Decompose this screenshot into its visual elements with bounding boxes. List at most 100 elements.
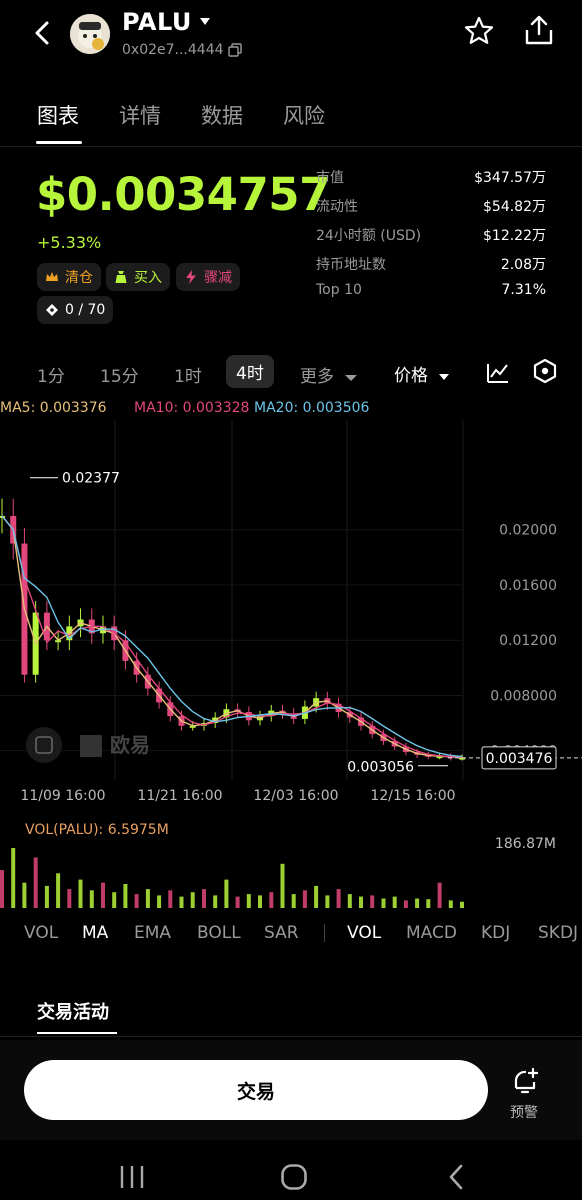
sub-indicator-kdj[interactable]: KDJ — [481, 923, 510, 943]
interval-1h[interactable]: 1时 — [174, 362, 202, 387]
watermark-text: 欧易 — [110, 733, 150, 757]
high-price-label: 0.02377 — [62, 471, 120, 487]
volume-bar — [302, 890, 307, 908]
ma5-legend: MA5: 0.003376 — [0, 400, 107, 416]
sub-indicator-macd[interactable]: MACD — [406, 923, 457, 943]
volume-bar — [314, 885, 319, 908]
volume-bar — [235, 896, 240, 908]
volume-bar — [325, 895, 330, 908]
diamond-icon — [46, 304, 58, 316]
alert-label: 预警 — [510, 1105, 538, 1121]
x-tick-label: 11/09 16:00 — [20, 788, 105, 804]
sub-indicator-skdj[interactable]: SKDJ — [538, 923, 578, 943]
interval-4h[interactable]: 4时 — [226, 355, 274, 388]
indicator-boll[interactable]: BOLL — [197, 923, 241, 943]
y-tick-label: 0.01200 — [499, 633, 557, 649]
chevron-down-icon[interactable] — [200, 18, 210, 26]
volume-bar — [44, 885, 49, 908]
price-chart[interactable]: 0.020000.016000.012000.0080000.00400011/… — [0, 420, 582, 810]
stat-value-holders: 2.08万 — [500, 257, 546, 273]
indicator-separator — [324, 924, 325, 942]
volume-bar — [168, 890, 173, 908]
x-tick-label: 12/15 16:00 — [370, 788, 455, 804]
volume-bar — [145, 889, 150, 908]
interval-more[interactable]: 更多 — [300, 362, 358, 387]
y-tick-label: 0.02000 — [499, 523, 557, 539]
interval-1m[interactable]: 1分 — [37, 362, 65, 387]
chip-label: 骤减 — [204, 270, 232, 286]
bell-plus-icon[interactable] — [510, 1066, 540, 1096]
stat-label-top10: Top 10 — [316, 282, 362, 298]
volume-bar — [291, 894, 296, 908]
x-tick-label: 11/21 16:00 — [137, 788, 222, 804]
dump-chip[interactable]: 骤减 — [176, 263, 240, 291]
chevron-down-icon — [439, 374, 450, 380]
y-tick-label: 0.01600 — [499, 578, 557, 594]
volume-bar — [78, 879, 83, 908]
volume-bar — [381, 898, 386, 908]
token-name[interactable]: PALU — [122, 8, 192, 36]
interval-15m[interactable]: 15分 — [100, 362, 139, 387]
stat-label-market-cap: 市值 — [316, 170, 344, 186]
volume-bar — [448, 900, 453, 908]
copy-icon[interactable] — [228, 43, 242, 57]
volume-bar — [67, 889, 72, 908]
crown-icon — [46, 272, 58, 281]
section-divider — [0, 1036, 582, 1037]
tab-details[interactable]: 详情 — [119, 100, 161, 130]
tab-underline — [36, 141, 82, 144]
trade-activity-title[interactable]: 交易活动 — [37, 998, 109, 1024]
lightning-icon — [186, 270, 196, 284]
indicator-ema[interactable]: EMA — [134, 923, 171, 943]
indicator-sar[interactable]: SAR — [264, 923, 299, 943]
volume-bar — [33, 857, 38, 908]
volume-bar — [213, 895, 218, 908]
holders-progress-chip[interactable]: 0 / 70 — [37, 296, 114, 324]
tabs-divider — [0, 146, 582, 147]
current-price: $0.0034757 — [36, 168, 330, 221]
volume-bar — [202, 889, 206, 908]
stat-label-holders: 持币地址数 — [316, 257, 386, 273]
volume-bar — [157, 895, 162, 908]
indicator-ma[interactable]: MA — [82, 923, 108, 943]
recent-apps-icon[interactable] — [118, 1164, 146, 1190]
volume-bar — [22, 882, 27, 908]
stat-value-24h-volume: $12.22万 — [483, 228, 546, 244]
volume-bar — [258, 895, 262, 908]
back-arrow-icon[interactable] — [30, 20, 56, 46]
volume-bar — [269, 892, 274, 908]
buy-chip[interactable]: 买入 — [106, 263, 170, 291]
volume-bar — [460, 901, 464, 908]
volume-bar — [336, 889, 341, 908]
tab-data[interactable]: 数据 — [201, 100, 243, 130]
volume-bar — [112, 892, 117, 908]
volume-bar — [89, 890, 94, 908]
volume-bar — [403, 900, 408, 908]
star-icon[interactable] — [464, 16, 494, 46]
low-price-label: 0.003056 — [347, 760, 414, 776]
more-label: 更多 — [300, 367, 334, 387]
volume-bar — [359, 896, 363, 908]
settings-hexagon-icon[interactable] — [532, 358, 558, 384]
token-address: 0x02e7...4444 — [122, 42, 224, 58]
clear-position-chip[interactable]: 清仓 — [37, 263, 101, 291]
stat-label-liquidity: 流动性 — [316, 199, 358, 215]
system-back-icon[interactable] — [446, 1164, 466, 1190]
indicator-chart-icon[interactable] — [486, 360, 510, 384]
money-bag-icon — [115, 271, 127, 283]
tab-risk[interactable]: 风险 — [283, 100, 325, 130]
ma20-legend: MA20: 0.003506 — [254, 400, 370, 416]
stat-value-liquidity: $54.82万 — [483, 199, 546, 215]
share-icon[interactable] — [524, 14, 554, 46]
sub-indicator-vol[interactable]: VOL — [347, 923, 381, 943]
volume-bar — [280, 863, 285, 908]
home-icon[interactable] — [280, 1163, 308, 1191]
token-avatar — [70, 14, 110, 54]
price-type-selector[interactable]: 价格 — [394, 361, 450, 386]
volume-bar — [415, 898, 420, 908]
trade-button[interactable]: 交易 — [24, 1060, 488, 1120]
section-underline — [37, 1032, 117, 1034]
tab-chart[interactable]: 图表 — [37, 100, 79, 130]
volume-bar — [190, 892, 195, 908]
indicator-vol[interactable]: VOL — [24, 923, 58, 943]
